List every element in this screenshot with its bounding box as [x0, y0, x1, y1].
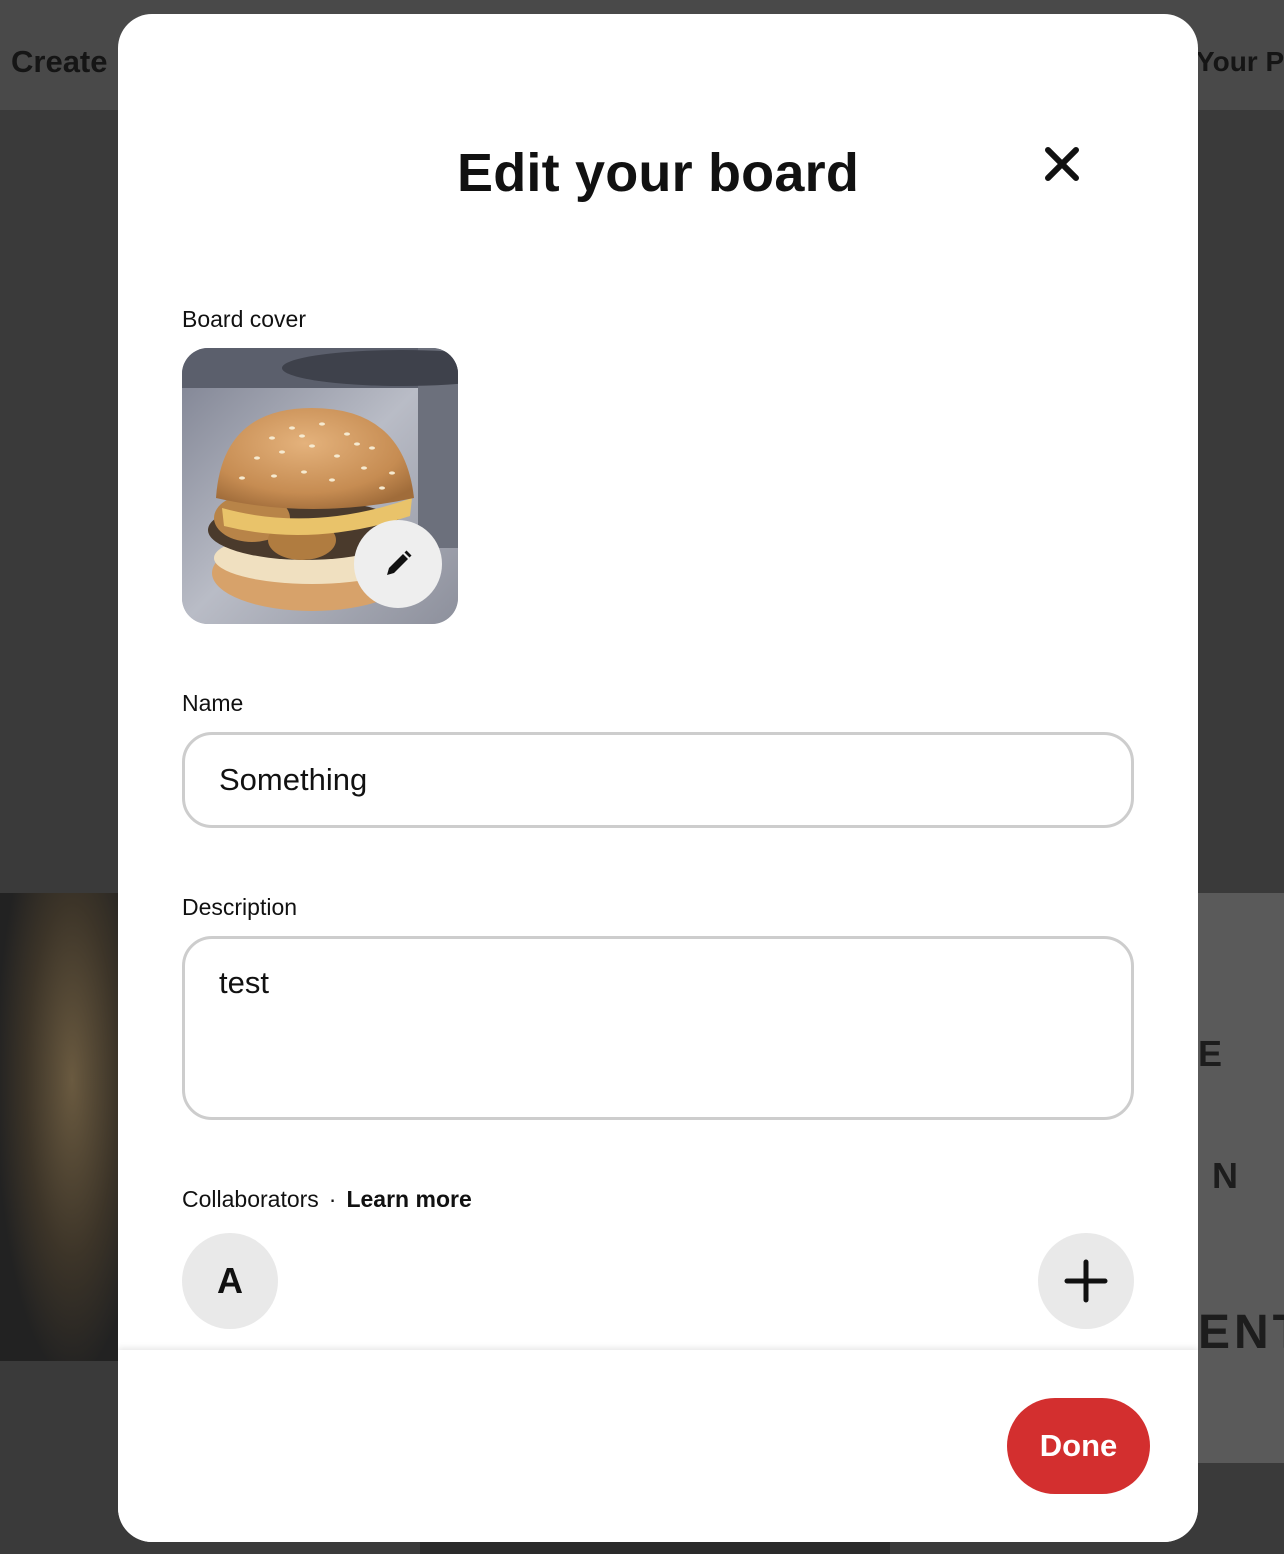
- separator-dot: ·: [328, 1186, 337, 1212]
- board-name-input[interactable]: [182, 732, 1134, 828]
- background-letter: ENT: [1198, 1306, 1284, 1359]
- description-label: Description: [182, 894, 298, 920]
- collaborators-label: Collaborators: [182, 1186, 319, 1212]
- name-label: Name: [182, 690, 244, 716]
- board-description-input[interactable]: test: [182, 936, 1134, 1120]
- plus-icon: [1064, 1259, 1108, 1303]
- edit-board-modal: Edit your board Board cover Name Somethi…: [118, 14, 1198, 1542]
- add-collaborator-button[interactable]: [1038, 1233, 1134, 1329]
- background-pin-image-right: E N ENT: [1198, 893, 1284, 1463]
- background-pin-bottom: [420, 1540, 890, 1554]
- collaborator-avatar[interactable]: A: [182, 1233, 278, 1329]
- close-icon: [1045, 147, 1079, 181]
- background-letter: N: [1212, 1155, 1242, 1196]
- pencil-icon: [387, 550, 412, 575]
- edit-cover-button[interactable]: [354, 520, 442, 608]
- board-cover-image[interactable]: [182, 348, 458, 624]
- create-nav-item: Create: [11, 44, 108, 79]
- your-pins-nav-item: Your Pi: [1196, 46, 1284, 77]
- close-button[interactable]: [1030, 132, 1094, 196]
- board-cover-label: Board cover: [182, 306, 307, 332]
- background-pin-image: [0, 893, 120, 1361]
- collaborators-row: Collaborators · Learn more: [182, 1186, 472, 1213]
- learn-more-link[interactable]: Learn more: [346, 1186, 471, 1213]
- modal-footer: Done: [118, 1350, 1198, 1542]
- background-letter: E: [1198, 1033, 1227, 1074]
- done-button[interactable]: Done: [1007, 1398, 1150, 1494]
